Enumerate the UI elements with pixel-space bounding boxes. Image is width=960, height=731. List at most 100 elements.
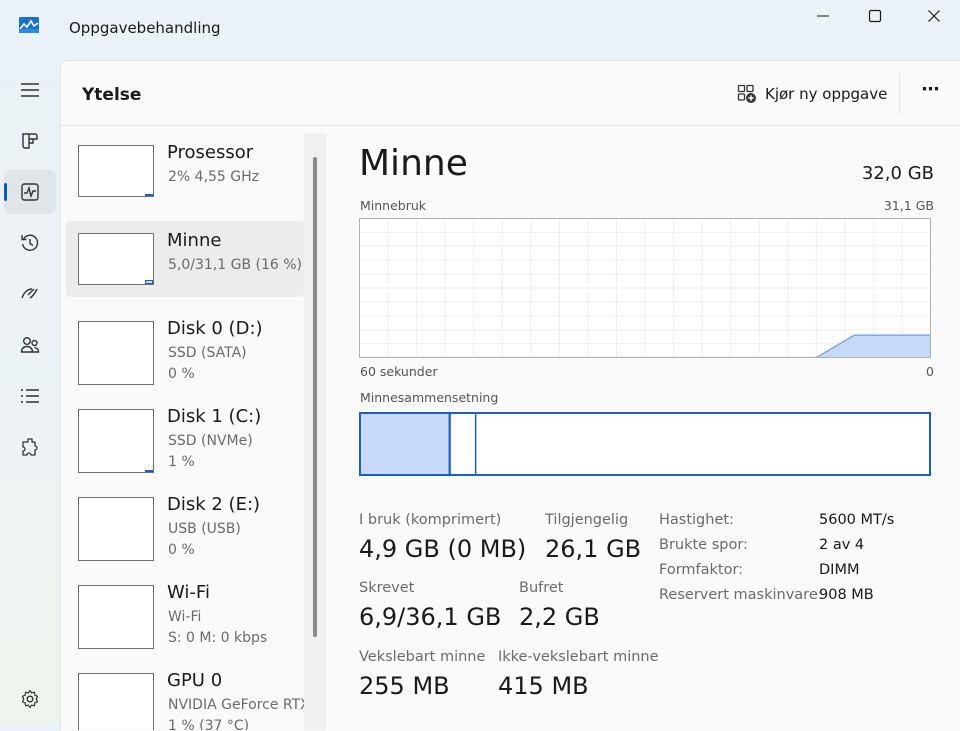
stat-available-value: 26,1 GB [545,535,642,563]
device-item[interactable]: Disk 0 (D:) SSD (SATA) 0 % [66,309,304,385]
stat-cached-label: Bufret [519,580,564,596]
users-icon [20,337,40,353]
memory-usage-chart [359,218,931,358]
device-item[interactable]: Disk 2 (E:) USB (USB) 0 % [66,485,304,561]
composition-label: Minnesammensetning [360,390,499,405]
memory-composition-bar [359,412,931,476]
nav-item-users[interactable] [4,323,56,367]
minimize-icon [817,15,829,17]
device-item[interactable]: GPU 0 NVIDIA GeForce RTX 1 % (37 °C) [66,661,310,730]
device-thumbnail-fill [145,194,153,196]
window-title: Oppgavebehandling [69,19,221,37]
nav-item-processes[interactable] [4,119,56,163]
content-panel: Ytelse Kjør ny oppgave ⋯ Prosessor 2% 4,5… [60,60,960,731]
device-usage: 0 % [168,542,195,558]
stat-committed-label: Skrevet [359,580,415,596]
device-subtitle: USB (USB) [168,521,241,537]
device-usage: 1 % [168,454,195,470]
memory-detail-panel: Minne 32,0 GB Minnebruk 31,1 GB 60 sekun… [359,125,934,730]
nav-menu-button[interactable] [4,68,56,112]
task-manager-icon [19,17,39,33]
run-task-label: Kjør ny oppgave [765,85,888,103]
device-item[interactable]: Minne 5,0/31,1 GB (16 %) [66,221,304,297]
device-usage: 1 % (37 °C) [168,718,250,730]
device-item[interactable]: Prosessor 2% 4,55 GHz [66,133,304,209]
device-subtitle: 2% 4,55 GHz [168,169,260,185]
services-icon [22,438,38,456]
device-list-scrollbar[interactable] [304,133,326,730]
prop-speed-label: Hastighet: [659,512,734,528]
device-thumbnail-graph [78,145,154,197]
device-name: Wi-Fi [167,582,210,603]
title-bar: Oppgavebehandling [0,0,960,60]
page-title: Ytelse [82,85,142,105]
stat-nonpaged-pool-label: Ikke-vekslebart minne [498,649,659,665]
device-item[interactable]: Wi-Fi Wi-Fi S: 0 M: 0 kbps [66,573,304,649]
stat-paged-pool-label: Vekslebart minne [359,649,486,665]
device-list: Prosessor 2% 4,55 GHz Minne 5,0/31,1 GB (16… [61,125,331,730]
device-name: Disk 0 (D:) [167,318,263,339]
usage-chart-max: 31,1 GB [883,198,934,213]
composition-modified-segment [450,413,455,475]
details-icon [21,389,39,403]
device-subtitle: SSD (SATA) [168,345,247,361]
processes-icon [22,133,38,149]
maximize-icon [868,9,882,23]
prop-form-factor-label: Formfaktor: [659,562,744,578]
nav-item-startup-apps[interactable] [4,272,56,316]
device-thumbnail-graph [78,673,154,730]
close-button[interactable] [911,4,957,28]
run-task-icon [737,84,756,103]
stat-cached-value: 2,2 GB [519,603,600,631]
stat-in-use-label: I bruk (komprimert) [359,512,502,528]
device-subtitle: Wi-Fi [168,609,202,625]
device-thumbnail-fill [145,470,153,472]
nav-item-details[interactable] [4,374,56,418]
stat-committed-value: 6,9/36,1 GB [359,603,502,631]
gear-icon [21,689,39,709]
device-thumbnail-graph [78,233,154,285]
device-name: Minne [167,230,222,251]
header-divider [899,73,900,113]
memory-title: Minne [359,143,468,184]
nav-item-app-history[interactable] [4,221,56,265]
memory-total: 32,0 GB [861,163,934,184]
nav-rail [0,60,60,725]
chart-time-label: 60 sekunder [360,364,438,379]
device-thumbnail-graph [78,585,154,649]
maximize-button[interactable] [852,4,898,28]
device-usage: S: 0 M: 0 kbps [168,630,268,646]
startup-apps-icon [21,288,38,299]
active-indicator [4,183,7,201]
stat-nonpaged-pool-value: 415 MB [498,672,589,700]
device-thumbnail-fill [145,280,153,284]
device-name: GPU 0 [167,670,223,691]
prop-reserved-value: 908 MB [819,587,874,603]
prop-slots-value: 2 av 4 [819,537,865,553]
nav-item-services[interactable] [4,425,56,469]
device-thumbnail-graph [78,321,154,385]
device-subtitle: NVIDIA GeForce RTX [168,697,310,713]
stat-available-label: Tilgjengelig [545,512,629,528]
nav-item-performance[interactable] [4,170,56,214]
composition-in-use-segment [360,413,450,475]
chart-time-end: 0 [926,364,934,379]
stat-in-use-value: 4,9 GB (0 MB) [359,535,527,563]
usage-chart-label: Minnebruk [360,198,427,213]
device-subtitle: 5,0/31,1 GB (16 %) [168,257,302,273]
prop-form-factor-value: DIMM [819,562,860,578]
minimize-button[interactable] [800,4,846,28]
prop-speed-value: 5600 MT/s [819,512,895,528]
more-options-button[interactable]: ⋯ [916,81,946,107]
nav-item-settings[interactable] [4,677,56,721]
device-item[interactable]: Disk 1 (C:) SSD (NVMe) 1 % [66,397,304,473]
prop-reserved-label: Reservert maskinvare: [659,587,823,603]
close-icon [928,10,940,22]
device-name: Disk 2 (E:) [167,494,261,515]
device-usage: 0 % [168,366,195,382]
run-new-task-button[interactable]: Kjør ny oppgave [737,81,887,107]
app-history-icon [21,234,39,251]
prop-slots-label: Brukte spor: [659,537,748,553]
device-thumbnail-graph [78,409,154,473]
scrollbar-thumb[interactable] [313,157,317,637]
